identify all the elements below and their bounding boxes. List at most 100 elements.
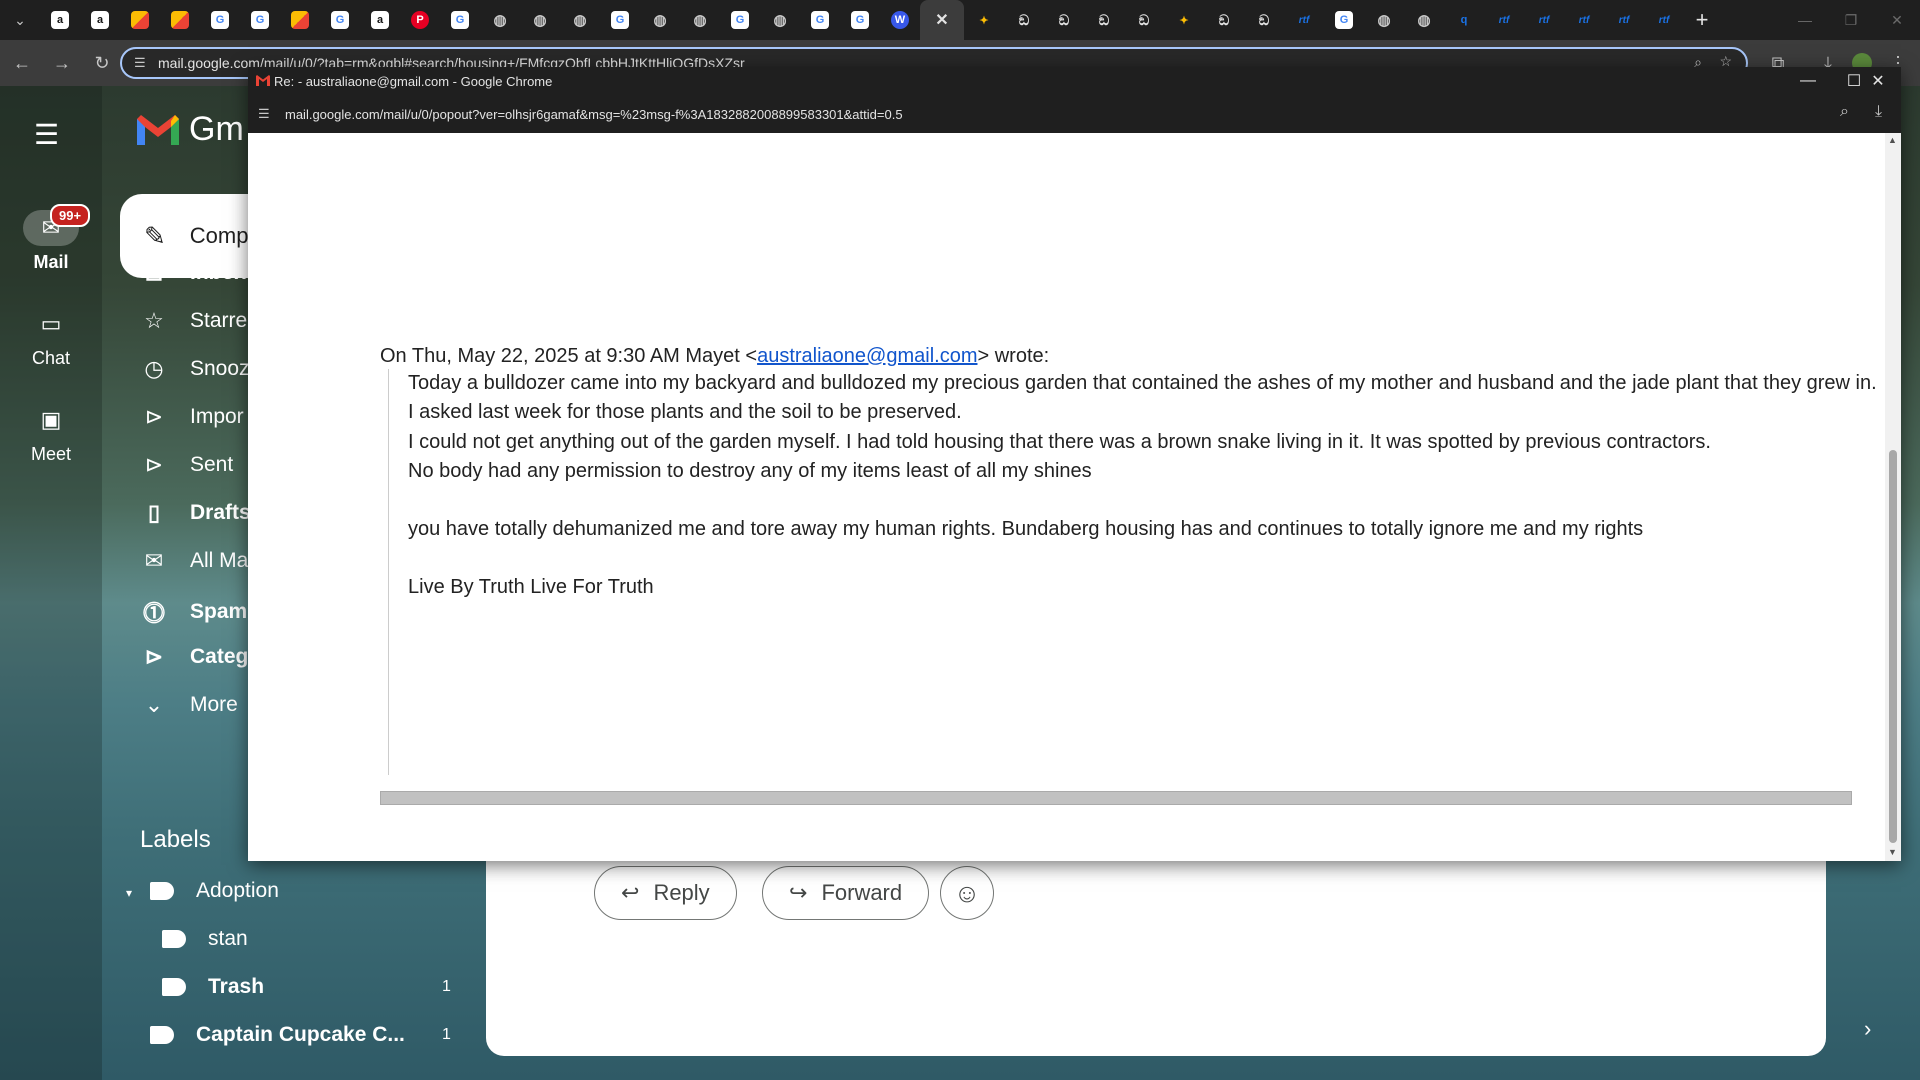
browser-tab[interactable]: [160, 0, 200, 40]
scrollbar-thumb[interactable]: [1889, 450, 1897, 843]
new-tab-button[interactable]: +: [1684, 0, 1720, 40]
browser-tab[interactable]: ◍: [640, 0, 680, 40]
browser-tab[interactable]: rtf: [1484, 0, 1524, 40]
browser-tab[interactable]: ◍: [760, 0, 800, 40]
label-item[interactable]: Captain Cupcake C...: [150, 1023, 405, 1047]
tab-search-dropdown-icon[interactable]: ⌄: [0, 0, 40, 40]
horizontal-scrollbar[interactable]: [380, 791, 1852, 805]
browser-tab[interactable]: W: [880, 0, 920, 40]
browser-tab[interactable]: G: [240, 0, 280, 40]
label-item[interactable]: stan: [162, 927, 248, 951]
restore-icon[interactable]: ❐: [1828, 0, 1874, 40]
nav-item-label: Sent: [190, 453, 234, 476]
rail-chat[interactable]: ▭ Chat: [0, 306, 102, 369]
emoji-reaction-button[interactable]: ☺: [940, 866, 994, 920]
nav-item[interactable]: ✉ All Ma: [140, 548, 249, 574]
browser-tab[interactable]: G: [320, 0, 360, 40]
photos-icon: [171, 11, 189, 29]
rtf-icon: rtf: [1298, 14, 1310, 26]
tab-active[interactable]: ✕: [920, 0, 964, 40]
browser-tab[interactable]: rtf: [1524, 0, 1564, 40]
sender-email-link[interactable]: australiaone@gmail.com: [757, 345, 977, 367]
browser-tab[interactable]: G: [840, 0, 880, 40]
site-info-icon[interactable]: ☰: [134, 55, 146, 71]
close-window-icon[interactable]: ✕: [1874, 0, 1920, 40]
browser-tab[interactable]: rtf: [1564, 0, 1604, 40]
side-panel-arrow-icon[interactable]: ›: [1864, 1016, 1871, 1042]
browser-tab[interactable]: ✦: [1164, 0, 1204, 40]
nav-item[interactable]: ⊳ Impor: [140, 404, 244, 430]
browser-tab[interactable]: a: [40, 0, 80, 40]
label-tag-icon: [150, 882, 174, 900]
label-item[interactable]: Adoption: [150, 879, 279, 903]
browser-tab[interactable]: [280, 0, 320, 40]
close-tab-icon[interactable]: ✕: [933, 11, 951, 29]
scroll-down-icon[interactable]: ▼: [1888, 847, 1897, 857]
browser-tab[interactable]: G: [440, 0, 480, 40]
browser-tab[interactable]: G: [600, 0, 640, 40]
browser-tab[interactable]: a: [80, 0, 120, 40]
browser-tab[interactable]: rtf: [1284, 0, 1324, 40]
all-mail-icon: ✉: [144, 548, 164, 573]
nav-item[interactable]: ⊳ Sent: [140, 452, 233, 478]
browser-tab[interactable]: ඞ: [1124, 0, 1164, 40]
quote-attribution: On Thu, May 22, 2025 at 9:30 AM Mayet <a…: [380, 345, 1049, 368]
nav-item[interactable]: ▯ Drafts: [140, 500, 251, 526]
browser-tab[interactable]: G: [800, 0, 840, 40]
nav-item[interactable]: ◷ Snooz: [140, 356, 249, 382]
browser-tab[interactable]: a: [360, 0, 400, 40]
browser-tab[interactable]: ◍: [1404, 0, 1444, 40]
browser-tab[interactable]: ඞ: [1044, 0, 1084, 40]
browser-tab[interactable]: ඞ: [1084, 0, 1124, 40]
forward-button[interactable]: ↪ Forward: [762, 866, 930, 920]
google-icon: G: [451, 11, 469, 29]
minimize-icon[interactable]: —: [1782, 0, 1828, 40]
pinwheel-icon: ✦: [979, 14, 989, 27]
rail-meet[interactable]: ▣ Meet: [0, 402, 102, 465]
label-item[interactable]: Trash: [162, 975, 264, 999]
popout-minimize-icon[interactable]: —: [1785, 67, 1831, 95]
browser-tab[interactable]: ✦: [964, 0, 1004, 40]
nav-item[interactable]: ⊡ Inbox: [140, 260, 246, 286]
popout-zoom-icon[interactable]: ⌕: [1840, 103, 1849, 121]
browser-tab[interactable]: ◍: [560, 0, 600, 40]
browser-tab[interactable]: P: [400, 0, 440, 40]
popout-close-icon[interactable]: ✕: [1855, 67, 1901, 95]
popout-download-icon[interactable]: ⤓: [1875, 103, 1882, 121]
expand-arrow-icon[interactable]: ▾: [126, 886, 132, 900]
nav-item[interactable]: ⊳ Categ: [140, 644, 249, 670]
browser-tab[interactable]: [120, 0, 160, 40]
browser-tab[interactable]: ◍: [480, 0, 520, 40]
site-settings-icon[interactable]: ☰: [258, 106, 270, 122]
browser-tab[interactable]: q: [1444, 0, 1484, 40]
nav-item[interactable]: ⓵ Spam: [140, 596, 247, 628]
robot-icon: ඞ: [1138, 11, 1150, 28]
gmail-logo[interactable]: Gm: [135, 110, 244, 149]
nav-item[interactable]: ☆ Starre: [140, 308, 247, 334]
browser-tab[interactable]: ◍: [680, 0, 720, 40]
label-name: Adoption: [196, 879, 279, 902]
vertical-scrollbar[interactable]: ▲ ▼: [1885, 133, 1901, 861]
reload-icon[interactable]: ↻: [84, 45, 120, 81]
back-icon[interactable]: ←: [4, 45, 40, 81]
gmail-wordmark: Gm: [189, 110, 244, 148]
reply-button[interactable]: ↩ Reply: [594, 866, 737, 920]
browser-tab[interactable]: ◍: [520, 0, 560, 40]
browser-tab[interactable]: ඞ: [1004, 0, 1044, 40]
popout-url-bar[interactable]: ☰ mail.google.com/mail/u/0/popout?ver=ol…: [248, 95, 1901, 133]
browser-tab[interactable]: ඞ: [1204, 0, 1244, 40]
main-menu-icon[interactable]: ☰: [34, 118, 59, 151]
forward-icon[interactable]: →: [44, 45, 80, 81]
browser-tab[interactable]: rtf: [1604, 0, 1644, 40]
robot-icon: ඞ: [1218, 11, 1230, 28]
browser-tab[interactable]: ◍: [1364, 0, 1404, 40]
browser-tab[interactable]: G: [1324, 0, 1364, 40]
label-name: stan: [208, 927, 248, 950]
browser-tab[interactable]: rtf: [1644, 0, 1684, 40]
nav-item[interactable]: ⌄ More: [140, 692, 238, 718]
browser-tab[interactable]: G: [720, 0, 760, 40]
browser-tab[interactable]: ඞ: [1244, 0, 1284, 40]
google-icon: G: [251, 11, 269, 29]
browser-tab[interactable]: G: [200, 0, 240, 40]
scroll-up-icon[interactable]: ▲: [1888, 135, 1897, 145]
